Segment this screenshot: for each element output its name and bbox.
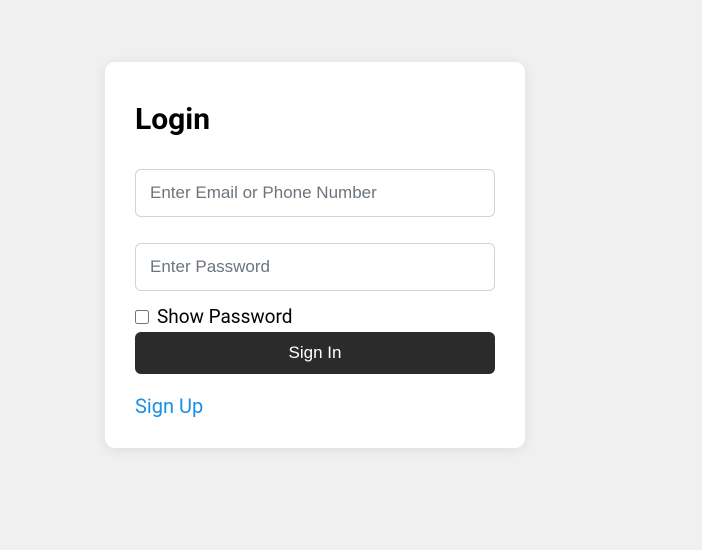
signin-button[interactable]: Sign In (135, 332, 495, 374)
show-password-row: Show Password (135, 305, 495, 328)
email-or-phone-input[interactable] (135, 169, 495, 217)
password-input[interactable] (135, 243, 495, 291)
signup-link[interactable]: Sign Up (135, 394, 203, 418)
login-card: Login Show Password Sign In Sign Up (105, 62, 525, 448)
show-password-checkbox[interactable] (135, 310, 149, 324)
show-password-label: Show Password (157, 305, 293, 328)
login-title: Login (135, 102, 495, 137)
